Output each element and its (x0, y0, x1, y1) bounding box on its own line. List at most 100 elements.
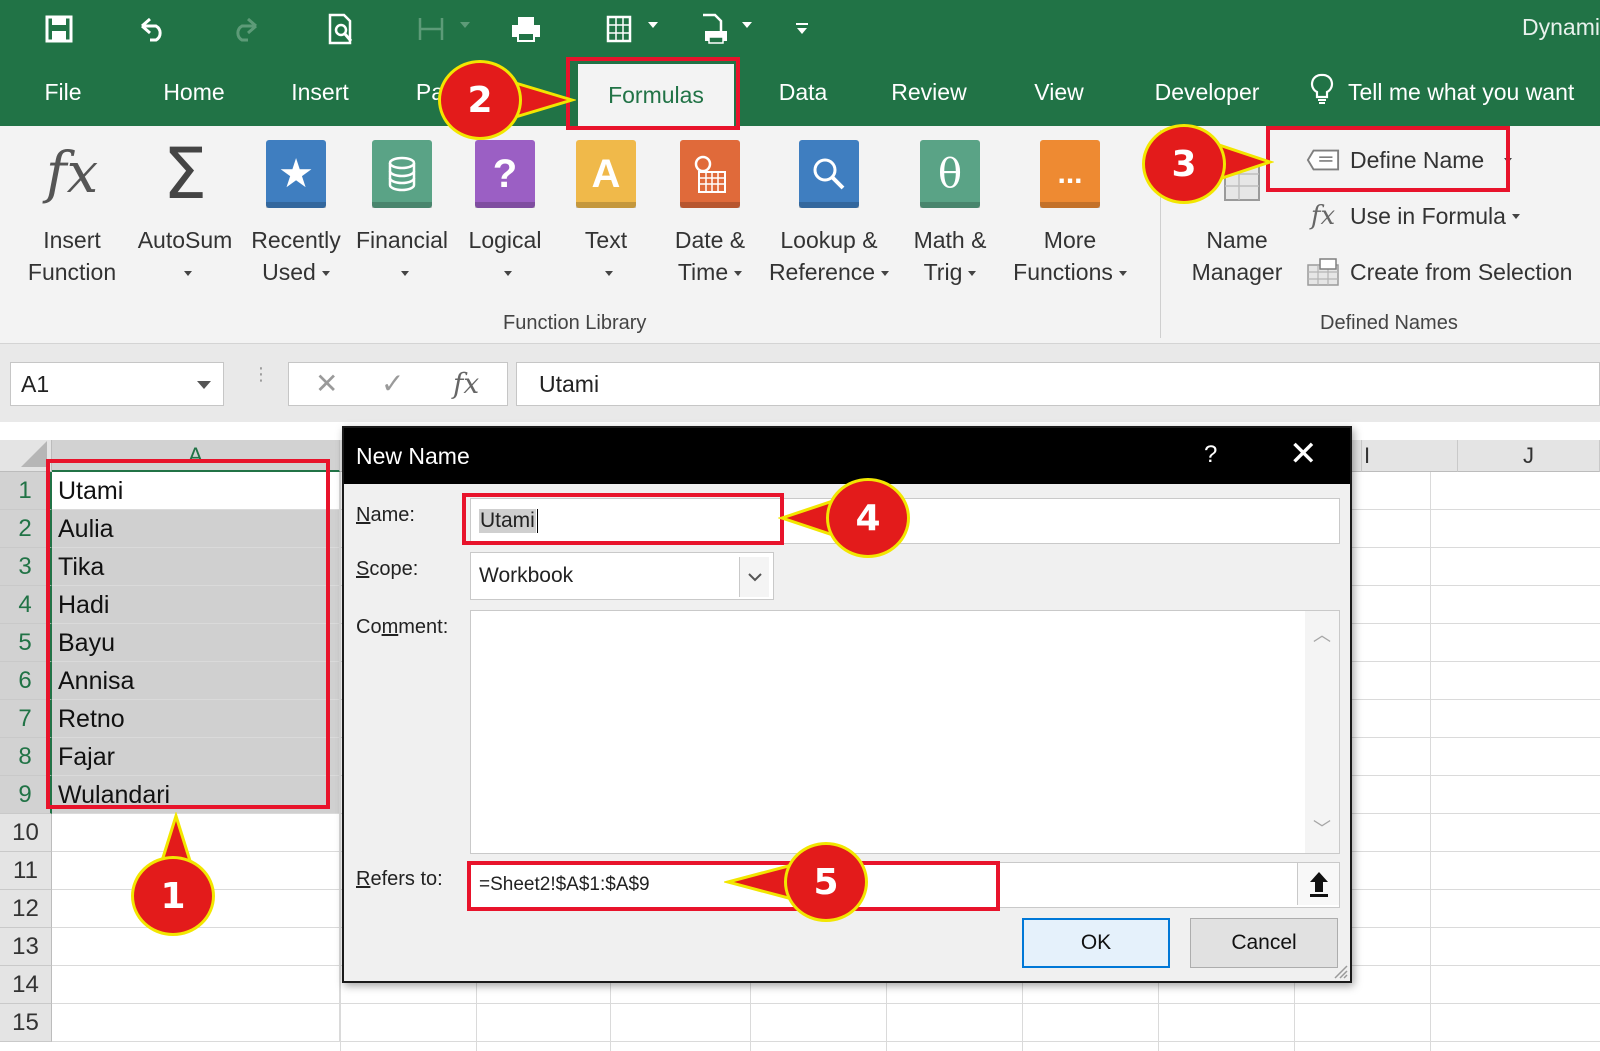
row-header[interactable]: 11 (0, 852, 52, 890)
cell-a[interactable] (52, 928, 340, 966)
highlight-box-1 (46, 459, 330, 809)
scope-label: Scope: (356, 558, 419, 580)
create-from-selection-button[interactable]: Create from Selection (1306, 252, 1572, 292)
page-setup-caret-icon[interactable] (648, 22, 658, 28)
insert-function-label: Insert (43, 227, 101, 253)
formula-bar-grip-icon[interactable]: ⋮ (252, 365, 270, 383)
math-trig-button[interactable]: θ Math & Trig (900, 138, 1000, 288)
letter-book-icon: A (574, 138, 638, 210)
scroll-up-icon[interactable]: ︿ (1313, 621, 1331, 647)
collapse-dialog-button[interactable] (1297, 863, 1339, 905)
coins-book-icon (370, 138, 434, 210)
ribbon-tabs: File Home Insert Pa Formulas Data Review… (0, 58, 1600, 126)
cell-a[interactable] (52, 966, 340, 1004)
math-trig-label-2: Trig (923, 259, 963, 285)
function-library-group-label: Function Library (503, 312, 647, 334)
name-box-dropdown-icon[interactable] (197, 381, 211, 389)
text-button[interactable]: A Text (566, 138, 646, 288)
row-header[interactable]: 9 (0, 776, 52, 814)
cancel-entry-icon[interactable]: ✕ (315, 367, 338, 400)
scroll-down-icon[interactable]: ﹀ (1313, 815, 1331, 841)
autosum-label: AutoSum (137, 227, 233, 253)
row-header[interactable]: 5 (0, 624, 52, 662)
tab-review[interactable]: Review (884, 58, 974, 126)
freeze-caret-icon (460, 22, 470, 28)
name-box[interactable]: A1 (10, 362, 224, 406)
row-header[interactable]: 4 (0, 586, 52, 624)
cell-a[interactable] (52, 1004, 340, 1042)
row-header[interactable]: 1 (0, 472, 52, 510)
cancel-button[interactable]: Cancel (1190, 918, 1338, 968)
logical-button[interactable]: ? Logical (460, 138, 550, 288)
tab-insert[interactable]: Insert (282, 58, 358, 126)
print-preview-icon[interactable] (322, 10, 360, 48)
confirm-entry-icon[interactable]: ✓ (381, 367, 404, 400)
scope-select[interactable]: Workbook (470, 552, 774, 600)
comment-scrollbar[interactable]: ︿ ﹀ (1305, 611, 1339, 853)
tell-me-box[interactable]: Tell me what you want (1310, 58, 1574, 126)
row-header[interactable]: 14 (0, 966, 52, 1004)
print-icon[interactable] (506, 10, 546, 48)
ok-button[interactable]: OK (1022, 918, 1170, 968)
use-in-formula-button[interactable]: fx Use in Formula (1306, 196, 1520, 236)
callout-badge-4: 4 (826, 478, 910, 558)
customize-icon[interactable] (790, 10, 814, 48)
comment-textarea[interactable]: ︿ ﹀ (470, 610, 1340, 854)
more-functions-label: More (1043, 227, 1097, 253)
print-area-caret-icon[interactable] (742, 22, 752, 28)
row-header[interactable]: 2 (0, 510, 52, 548)
row-header[interactable]: 12 (0, 890, 52, 928)
financial-button[interactable]: Financial (352, 138, 452, 288)
magnifier-book-icon (797, 138, 861, 210)
formula-bar: A1 ⋮ ✕ ✓ fx Utami (0, 344, 1600, 422)
theta-book-icon: θ (918, 138, 982, 210)
grid-row-line (52, 1003, 1600, 1004)
row-header[interactable]: 13 (0, 928, 52, 966)
tab-developer[interactable]: Developer (1142, 58, 1272, 126)
page-setup-icon[interactable] (600, 10, 638, 48)
create-from-selection-label: Create from Selection (1350, 258, 1573, 285)
row-header[interactable]: 6 (0, 662, 52, 700)
select-all-corner[interactable] (0, 440, 52, 472)
row-header[interactable]: 8 (0, 738, 52, 776)
lookup-reference-label-2: Reference (768, 259, 876, 285)
print-area-icon[interactable] (694, 10, 732, 48)
formula-input[interactable]: Utami (516, 362, 1600, 406)
tab-data[interactable]: Data (768, 58, 838, 126)
dialog-titlebar: New Name ? ✕ (344, 428, 1350, 484)
more-functions-label-2: Functions (1013, 259, 1113, 285)
resize-grip-icon[interactable] (1332, 963, 1348, 979)
insert-function-fx-icon[interactable]: fx (453, 367, 479, 400)
fx-tag-icon: fx (1310, 201, 1336, 231)
name-manager-label: Name (1206, 227, 1268, 253)
undo-icon[interactable] (134, 10, 172, 48)
save-icon[interactable] (40, 10, 78, 48)
scope-value: Workbook (479, 564, 574, 587)
tab-view[interactable]: View (1026, 58, 1092, 126)
ellipsis-book-icon: ... (1038, 138, 1102, 210)
callout-badge-2: 2 (438, 60, 522, 140)
logical-label: Logical (468, 227, 542, 253)
autosum-button[interactable]: Σ AutoSum (130, 138, 240, 288)
row-header[interactable]: 7 (0, 700, 52, 738)
tab-home[interactable]: Home (152, 58, 236, 126)
close-icon[interactable]: ✕ (1289, 436, 1318, 472)
insert-function-button[interactable]: fx Insert Function (22, 138, 122, 288)
help-icon[interactable]: ? (1204, 441, 1217, 469)
tab-file[interactable]: File (28, 58, 98, 126)
lightbulb-icon (1310, 73, 1334, 111)
recently-used-button[interactable]: ★ Recently Used (246, 138, 346, 288)
more-functions-button[interactable]: ... More Functions (1008, 138, 1132, 288)
row-header[interactable]: 10 (0, 814, 52, 852)
lookup-reference-button[interactable]: Lookup & Reference (764, 138, 894, 288)
math-trig-label: Math & (913, 227, 987, 253)
chevron-down-icon[interactable] (739, 557, 769, 597)
column-header-i[interactable]: I (1362, 440, 1458, 472)
highlight-box-4 (462, 493, 784, 545)
column-header-j[interactable]: J (1458, 440, 1600, 472)
comment-label: Comment: (356, 616, 449, 638)
row-header[interactable]: 15 (0, 1004, 52, 1042)
row-header[interactable]: 3 (0, 548, 52, 586)
date-time-button[interactable]: Date & Time (660, 138, 760, 288)
recently-used-label-2: Used (262, 259, 316, 285)
